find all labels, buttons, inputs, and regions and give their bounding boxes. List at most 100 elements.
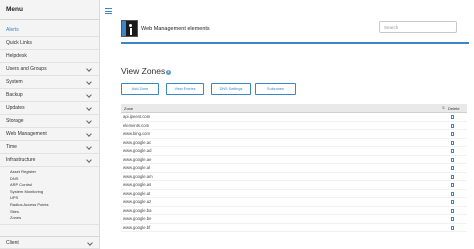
app-window: Menu Alerts Quick Links Helpdesk Users a… <box>0 0 474 249</box>
sidebar-item-storage[interactable]: Storage <box>0 115 99 128</box>
sidebar-item-client[interactable]: Client <box>0 236 99 249</box>
search-input[interactable] <box>379 21 457 33</box>
sidebar-item-updates[interactable]: Updates <box>0 102 99 115</box>
zone-link[interactable]: www.google.am <box>123 173 153 182</box>
sidebar-item-label: Time <box>6 144 17 150</box>
table-row: www.google.az <box>121 198 467 207</box>
add-zone-button[interactable]: Add Zone <box>121 83 159 95</box>
trash-icon[interactable] <box>451 115 454 119</box>
dns-settings-button[interactable]: DNS Settings <box>211 83 251 95</box>
trash-icon[interactable] <box>451 183 454 187</box>
trash-icon[interactable] <box>451 157 454 162</box>
table-row: www.google.bf <box>121 224 467 233</box>
zone-link[interactable]: www.google.as <box>123 181 151 190</box>
sidebar-item-infrastructure[interactable]: Infrastructure <box>0 154 99 167</box>
zone-link[interactable]: www.google.az <box>123 198 151 207</box>
table-row: www.bing.com <box>121 130 467 139</box>
sidebar-item-label: Users and Groups <box>6 66 47 72</box>
table-header: Zone ⇅ Delete <box>121 104 467 113</box>
chevron-down-icon <box>86 66 92 72</box>
zone-link[interactable]: elements.com <box>123 122 149 131</box>
header-divider <box>121 42 469 44</box>
trash-icon[interactable] <box>451 174 454 179</box>
chevron-down-icon <box>86 118 92 124</box>
zone-link[interactable]: www.google.ba <box>123 207 151 216</box>
table-row: api.ipeent.com <box>121 113 467 122</box>
chevron-down-icon <box>86 92 92 98</box>
site-title: Web Management elements <box>141 26 210 32</box>
table-row: www.google.am <box>121 173 467 182</box>
zone-link[interactable]: www.google.ac <box>123 139 151 148</box>
zone-link[interactable]: www.google.at <box>123 190 150 199</box>
sidebar-item-quick-links[interactable]: Quick Links <box>0 37 99 50</box>
trash-icon[interactable] <box>451 132 454 136</box>
table-body: api.ipeent.com elements.com www.bing.com ww… <box>121 113 467 232</box>
hamburger-menu-icon[interactable] <box>105 8 112 14</box>
trash-icon[interactable] <box>451 149 454 153</box>
zone-link[interactable]: www.google.al <box>123 164 150 173</box>
sidebar-item-label: Storage <box>6 118 24 124</box>
trash-icon[interactable] <box>451 140 454 145</box>
sidebar-item-web-management[interactable]: Web Management <box>0 128 99 141</box>
submenu-item-radius-access-points[interactable]: Radius Access Points <box>10 202 99 209</box>
table-row: elements.com <box>121 122 467 131</box>
sidebar-item-system[interactable]: System <box>0 76 99 89</box>
submenu-item-ups[interactable]: UPS <box>10 195 99 202</box>
zone-link[interactable]: api.ipeent.com <box>123 113 150 122</box>
trash-icon[interactable] <box>451 225 454 230</box>
column-header-zone[interactable]: Zone <box>124 104 133 113</box>
table-row: www.google.at <box>121 190 467 199</box>
chevron-down-icon <box>86 105 92 111</box>
zones-table: Zone ⇅ Delete api.ipeent.com elements.com… <box>121 104 467 232</box>
table-row: www.google.ac <box>121 139 467 148</box>
trash-icon[interactable] <box>451 123 454 128</box>
sidebar-item-alerts[interactable]: Alerts <box>0 24 99 37</box>
chevron-down-icon <box>87 240 93 246</box>
sidebar-item-users-and-groups[interactable]: Users and Groups <box>0 63 99 76</box>
chevron-down-icon <box>86 79 92 85</box>
table-row: www.google.ad <box>121 147 467 156</box>
trash-icon[interactable] <box>451 166 454 170</box>
submenu-item-zones[interactable]: Zones <box>10 215 99 222</box>
chevron-down-icon <box>86 131 92 137</box>
zone-link[interactable]: www.google.ae <box>123 156 151 165</box>
submenu-item-system-monitoring[interactable]: System Monitoring <box>10 189 99 196</box>
sidebar-item-label: System <box>6 79 23 85</box>
sidebar-item-backup[interactable]: Backup <box>0 89 99 102</box>
zone-link[interactable]: www.google.bf <box>123 224 150 233</box>
sidebar-title: Menu <box>0 0 99 20</box>
sidebar-item-label: Client <box>6 240 19 246</box>
submenu-item-asset-register[interactable]: Asset Register <box>10 169 99 176</box>
table-row: www.google.ae <box>121 156 467 165</box>
sidebar-item-label: Updates <box>6 105 25 111</box>
sidebar-item-label: Backup <box>6 92 23 98</box>
view-entries-button[interactable]: View Entries <box>166 83 204 95</box>
submenu-item-dns[interactable]: DNS <box>10 176 99 183</box>
zone-link[interactable]: www.google.ad <box>123 147 151 156</box>
submenu-item-arp-control[interactable]: ARP Control <box>10 182 99 189</box>
page-title: View Zones <box>121 66 166 76</box>
table-row: www.google.as <box>121 181 467 190</box>
zone-link[interactable]: www.google.be <box>123 215 151 224</box>
chevron-down-icon <box>86 157 92 163</box>
subzones-button[interactable]: Subzones <box>255 83 296 95</box>
table-row: www.google.al <box>121 164 467 173</box>
chevron-down-icon <box>86 144 92 150</box>
zone-link[interactable]: www.bing.com <box>123 130 150 139</box>
trash-icon[interactable] <box>451 217 454 221</box>
table-row: www.google.ba <box>121 207 467 216</box>
trash-icon[interactable] <box>451 200 454 204</box>
sidebar-item-label: Infrastructure <box>6 157 36 163</box>
submenu-item-sites[interactable]: Sites <box>10 209 99 216</box>
site-logo <box>121 20 138 37</box>
sidebar-item-helpdesk[interactable]: Helpdesk <box>0 50 99 63</box>
table-row: www.google.be <box>121 215 467 224</box>
trash-icon[interactable] <box>451 191 454 196</box>
sidebar-item-label: Web Management <box>6 131 47 137</box>
infrastructure-submenu: Asset Register DNS ARP Control System Mo… <box>0 167 99 225</box>
sort-icon[interactable]: ⇅ <box>442 104 445 113</box>
column-header-delete: Delete <box>448 106 460 111</box>
trash-icon[interactable] <box>451 208 454 213</box>
info-icon[interactable]: i <box>166 70 171 75</box>
sidebar-item-time[interactable]: Time <box>0 141 99 154</box>
